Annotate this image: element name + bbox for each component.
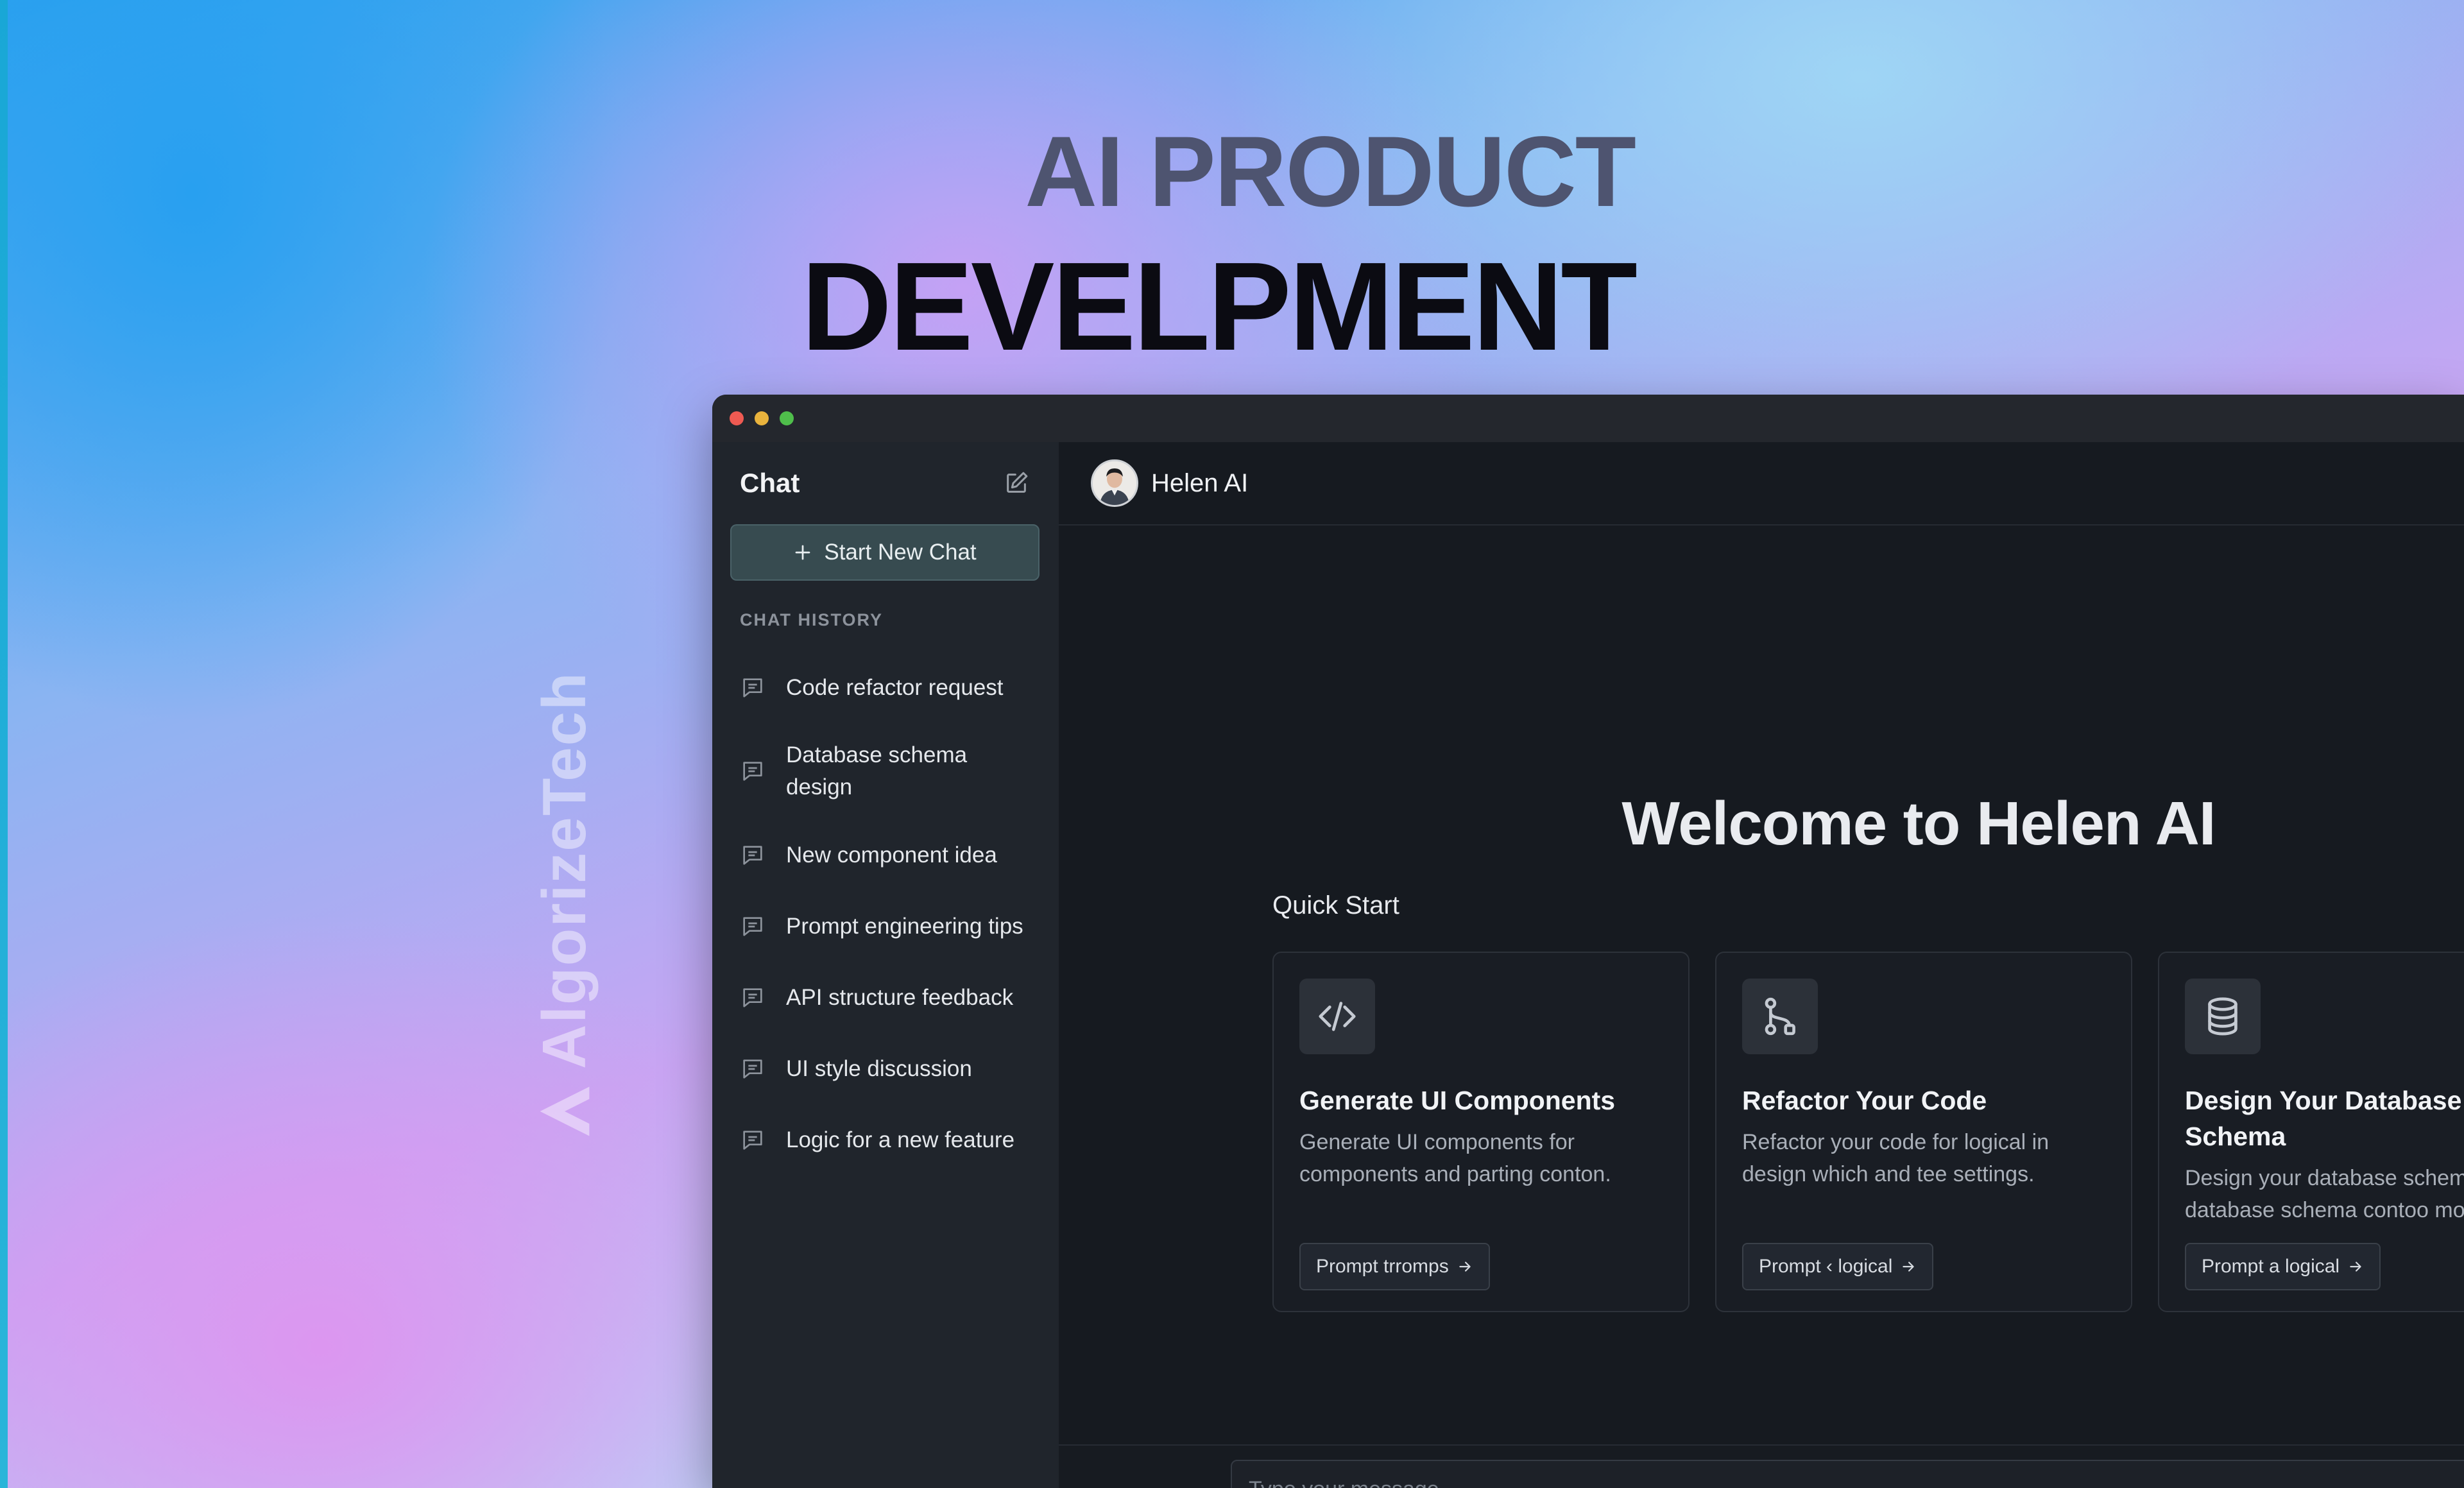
start-new-chat-button[interactable]: Start New Chat [730,524,1040,581]
chat-history-item[interactable]: API structure feedback [712,962,1059,1033]
chat-history-item[interactable]: Logic for a new feature [712,1104,1059,1176]
chat-bubble-icon [743,678,762,697]
card-description: Design your database schema database sch… [2185,1166,2464,1222]
chat-history-label: UI style discussion [786,1056,972,1081]
chat-bubble-icon [743,1059,762,1079]
card-prompt-label: Prompt trromps [1316,1256,1449,1277]
watermark-text: AlgorizeTech [530,671,599,1069]
quick-start-cards: Generate UI Components Generate UI compo… [1272,952,2464,1312]
card-title: Design Your Database Schema [2185,1086,2462,1151]
chat-bubble-icon [743,762,762,781]
hero-title-line-1: AI PRODUCT [1025,116,1636,228]
chat-history-item[interactable]: Code refactor request [712,652,1059,723]
chat-bubble-icon [743,988,762,1007]
assistant-avatar [1091,459,1138,507]
card-prompt-label: Prompt ‹ logical [1759,1256,1893,1277]
plus-icon [795,545,810,560]
start-new-chat-label: Start New Chat [824,540,977,565]
database-icon [2208,997,2237,1036]
algorizetech-logo-icon [540,1086,590,1136]
chat-history-heading: CHAT HISTORY [740,610,884,629]
chat-history-label: API structure feedback [786,984,1014,1010]
chat-history-item[interactable]: UI style discussion [712,1033,1059,1104]
chat-history-item[interactable]: New component idea [712,819,1059,891]
card-icon-container [2185,979,2261,1054]
quick-start-card-generate-ui[interactable]: Generate UI Components Generate UI compo… [1272,952,1690,1312]
chat-bubble-icon [743,916,762,936]
edit-icon[interactable] [1004,470,1029,496]
chat-bubble-icon [743,845,762,865]
avatar-person-icon [1093,461,1136,505]
chat-history-label: Database schema design [786,742,968,800]
card-icon-container [1742,979,1818,1054]
card-prompt-button[interactable]: Prompt ‹ logical [1742,1243,1934,1290]
chat-header: Helen AI [1059,442,2464,526]
hero-title-line-2: DEVELPMENT [801,236,1638,377]
window-close-dot[interactable] [730,411,744,425]
quick-start-heading: Quick Start [1272,891,1399,919]
code-icon [1319,1002,1356,1031]
algorizetech-watermark: AlgorizeTech [526,590,603,1142]
card-title: Generate UI Components [1299,1086,1616,1115]
quick-start-card-database-schema[interactable]: Design Your Database Schema Design your … [2158,952,2464,1312]
left-edge-strip [0,0,8,1488]
chat-history-list: Code refactor request Database schema de… [712,652,1059,1176]
message-input[interactable] [1231,1460,2464,1488]
card-description: Refactor your code for logical in design… [1742,1130,2049,1186]
card-prompt-button[interactable]: Prompt trromps [1299,1243,1490,1290]
window-maximize-dot[interactable] [780,411,794,425]
arrow-right-icon [1459,1261,1471,1272]
sidebar: Chat Start New Chat CHAT HISTORY Code re… [712,442,1060,1488]
window-minimize-dot[interactable] [755,411,769,425]
quick-start-card-refactor-code[interactable]: Refactor Your Code Refactor your code fo… [1715,952,2132,1312]
chat-history-item[interactable]: Database schema design [712,723,1059,819]
chat-history-label: New component idea [786,842,997,868]
card-prompt-label: Prompt a logical [2202,1256,2340,1277]
assistant-name: Helen AI [1151,468,1249,497]
git-branch-icon [1765,997,1795,1036]
arrow-right-icon [2350,1261,2361,1272]
card-prompt-button[interactable]: Prompt a logical [2185,1243,2381,1290]
card-description: Generate UI components for components an… [1299,1130,1611,1186]
chat-bubble-icon [743,1130,762,1150]
welcome-heading: Welcome to Helen AI [1621,789,2216,858]
message-composer [1059,1444,2464,1488]
app-window: Chat Start New Chat CHAT HISTORY Code re… [712,395,2464,1488]
card-title: Refactor Your Code [1742,1086,1987,1115]
window-titlebar [712,395,2464,442]
chat-history-label: Code refactor request [786,674,1004,700]
chat-history-label: Prompt engineering tips [786,913,1023,939]
sidebar-title: Chat [740,468,800,498]
sidebar-header: Chat [712,442,1059,524]
card-icon-container [1299,979,1375,1054]
chat-main-panel: Helen AI Welcome to Helen AI Quick Start… [1059,442,2464,1488]
chat-history-label: Logic for a new feature [786,1127,1015,1152]
arrow-right-icon [1903,1261,1915,1272]
chat-history-item[interactable]: Prompt engineering tips [712,891,1059,962]
